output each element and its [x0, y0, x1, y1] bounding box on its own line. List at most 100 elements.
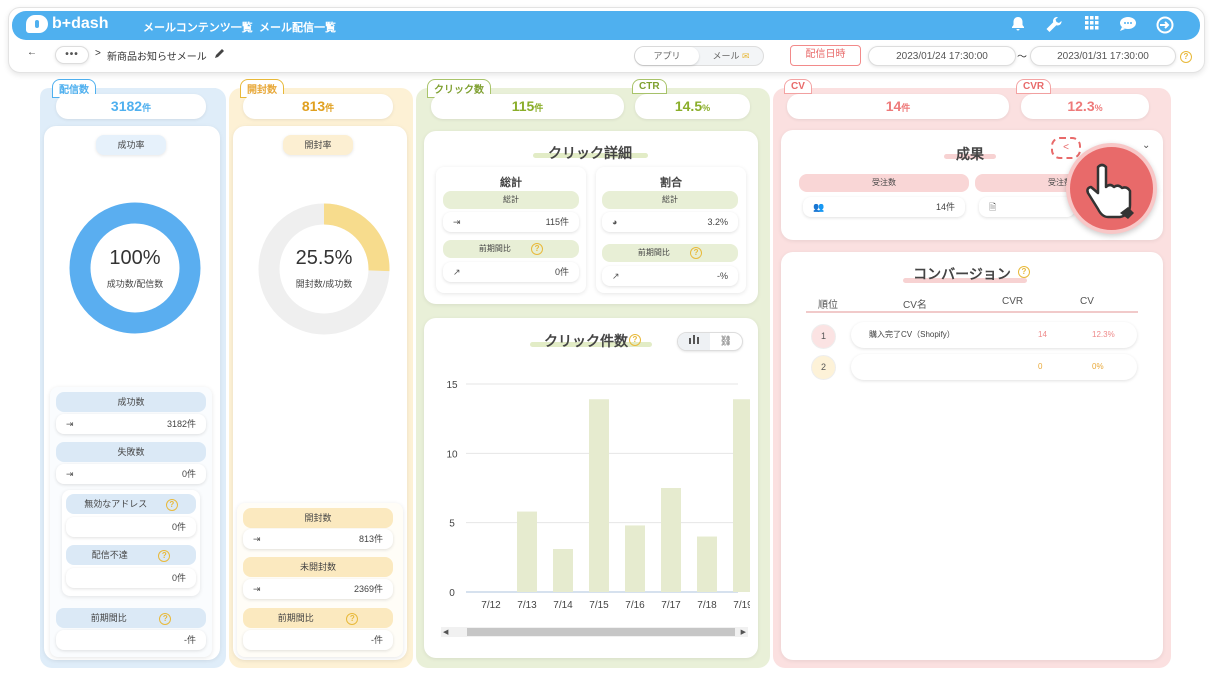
open-donut-pct: 25.5%: [295, 247, 353, 269]
scroll-thumb[interactable]: [467, 628, 735, 636]
success-value: 3182件: [166, 419, 196, 429]
toggle-app[interactable]: アプリ: [635, 47, 699, 65]
ratio-title: 割合: [660, 177, 682, 189]
result-title: 成果: [956, 146, 984, 162]
delivery-prev-text: 前期間比: [90, 613, 127, 623]
line-chart-icon: ↗: [612, 271, 620, 281]
help-icon[interactable]: ?: [158, 550, 171, 562]
door-icon: ⇥: [253, 584, 261, 594]
ctr-tab: CTR: [632, 79, 667, 94]
unopened-row: ⇥ 2369件: [243, 579, 393, 599]
scroll-right-icon[interactable]: ▶: [741, 628, 746, 636]
opened-row: ⇥ 813件: [243, 529, 393, 549]
order-row-2: 🗎: [979, 197, 1075, 217]
fail-row: ⇥ 0件: [56, 464, 206, 484]
total-label: 総計: [443, 191, 579, 209]
ratio-prev-row: ↗ -%: [602, 266, 738, 286]
help-icon[interactable]: ?: [1018, 265, 1030, 278]
help-icon[interactable]: ?: [1180, 50, 1192, 63]
undeliverable-value: 0件: [171, 573, 186, 583]
success-label: 成功数: [56, 392, 206, 412]
open-rate-label: 開封率: [283, 135, 353, 155]
open-donut-sub: 開封数/成功数: [295, 279, 353, 289]
help-icon[interactable]: ?: [629, 333, 641, 346]
invalid-address-label: 無効なアドレス ?: [66, 494, 196, 514]
link-icon[interactable]: ⛓: [710, 333, 742, 350]
nav-mail-contents[interactable]: メールコンテンツ一覧: [143, 19, 253, 35]
delivery-donut-sub: 成功数/配信数: [106, 279, 164, 289]
help-icon[interactable]: ?: [165, 499, 178, 511]
back-button[interactable]: ←: [27, 47, 37, 58]
y-tick-label: 0: [449, 588, 455, 599]
chart-scrollbar[interactable]: ◀ ▶: [441, 627, 748, 637]
cv-row-cvr: 14: [1038, 330, 1047, 339]
hand-pointer-icon: [1066, 143, 1157, 234]
bar[interactable]: [517, 511, 537, 592]
order-value: 14件: [935, 202, 955, 212]
total-title: 総計: [500, 177, 522, 189]
opened-label: 開封数: [243, 508, 393, 528]
x-tick-label: 7/14: [553, 600, 573, 611]
click-count-title: クリック件数: [544, 333, 628, 349]
more-button[interactable]: •••: [55, 46, 89, 64]
users-icon: 👥: [813, 202, 825, 212]
channel-toggle[interactable]: アプリ メール ✉: [634, 46, 764, 66]
bar[interactable]: [697, 536, 717, 592]
door-icon: ⇥: [66, 469, 74, 479]
click-count-value: 115: [511, 98, 535, 114]
cvr-unit: %: [1094, 103, 1103, 113]
cv-row-cvr: 0: [1038, 362, 1043, 371]
unopened-label: 未開封数: [243, 557, 393, 577]
cv-tab: CV: [784, 79, 812, 94]
total-prev-row: ↗ 0件: [443, 262, 579, 282]
scroll-left-icon[interactable]: ◀: [443, 628, 448, 636]
invalid-address-text: 無効なアドレス: [84, 499, 148, 509]
cv-row-2[interactable]: 0 0%: [851, 354, 1137, 380]
cv-row-1[interactable]: 購入完了CV（Shopify） 14 12.3%: [851, 322, 1137, 348]
grid-icon[interactable]: [1082, 16, 1102, 36]
chart-view-toggle[interactable]: ⛓: [677, 332, 743, 351]
ratio-value: 3.2%: [707, 217, 728, 227]
door-icon: ⇥: [453, 217, 461, 227]
date-to-field[interactable]: 2023/01/31 17:30:00: [1030, 46, 1176, 66]
logo[interactable]: b+dash: [26, 15, 108, 33]
help-icon[interactable]: ?: [531, 243, 544, 255]
date-from-field[interactable]: 2023/01/24 17:30:00: [868, 46, 1016, 66]
toggle-mail[interactable]: メール ✉: [699, 47, 763, 65]
line-chart-icon: ↗: [453, 267, 461, 277]
bell-icon[interactable]: [1008, 16, 1028, 36]
wrench-icon[interactable]: [1044, 16, 1064, 36]
document-icon: 🗎: [989, 202, 997, 212]
bar[interactable]: [589, 399, 609, 592]
help-icon[interactable]: ?: [690, 247, 703, 259]
header-divider: [806, 311, 1138, 313]
delivery-prev-label: 前期間比 ?: [56, 608, 206, 628]
cvr-value: 12.3%: [1021, 94, 1149, 119]
bar-chart-icon[interactable]: [678, 333, 710, 350]
bar[interactable]: [553, 549, 573, 592]
help-icon[interactable]: ?: [159, 613, 172, 625]
invalid-value: 0件: [171, 522, 186, 532]
open-prev-text: 前期間比: [277, 613, 314, 623]
help-icon[interactable]: ?: [346, 613, 359, 625]
chat-icon[interactable]: [1118, 16, 1138, 36]
click-count-unit: 件: [534, 103, 544, 113]
ratio-total-label: 総計: [602, 191, 738, 209]
bar[interactable]: [625, 525, 645, 592]
logout-icon[interactable]: [1155, 16, 1175, 36]
bar[interactable]: [661, 488, 681, 592]
date-range-button[interactable]: 配信日時: [790, 45, 861, 66]
nav-mail-delivery[interactable]: メール配信一覧: [259, 19, 336, 35]
col-rank: 順位: [818, 300, 838, 311]
ratio-row: ◕ 3.2%: [602, 212, 738, 232]
logo-bubble-icon: [26, 15, 48, 33]
delivery-count-value: 3182: [110, 98, 143, 114]
top-bar: b+dash メールコンテンツ一覧 メール配信一覧: [12, 11, 1200, 40]
click-bar-chart: 0 5 10 15 7/12 7/13 7/14 7/15 7/16 7/17 7/18 7/19: [446, 380, 750, 611]
ctr-number: 14.5: [674, 98, 703, 114]
x-tick-label: 7/15: [589, 600, 609, 611]
delivery-donut-pct: 100%: [109, 247, 161, 269]
edit-icon[interactable]: [214, 47, 226, 62]
bar[interactable]: [733, 399, 750, 592]
total-row: ⇥ 115件: [443, 212, 579, 232]
